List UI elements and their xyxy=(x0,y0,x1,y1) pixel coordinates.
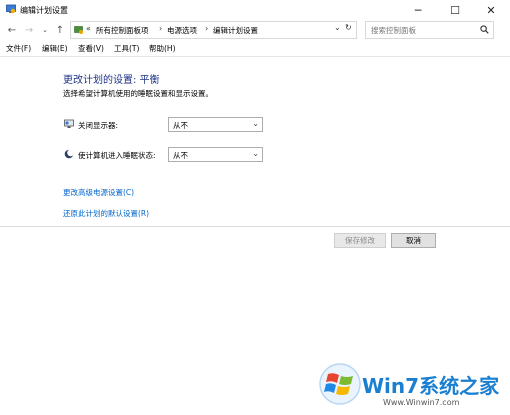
watermark-brand: Win7系统之家 xyxy=(362,374,500,398)
breadcrumb-power-options[interactable]: 电源选项 xyxy=(167,25,197,36)
breadcrumb-edit-plan-settings[interactable]: 编辑计划设置 xyxy=(213,25,258,36)
menu-divider xyxy=(0,56,510,57)
breadcrumb-separator-icon: › xyxy=(205,24,209,33)
windows-logo-watermark xyxy=(319,363,361,405)
close-icon[interactable]: ✕ xyxy=(478,0,504,20)
monitor-icon xyxy=(64,119,74,128)
search-placeholder: 搜索控制面板 xyxy=(371,26,416,35)
breadcrumb-overflow[interactable]: « xyxy=(86,24,91,33)
refresh-icon[interactable]: ↻ xyxy=(345,23,352,32)
address-bar[interactable]: « 所有控制面板项 › 电源选项 › 编辑计划设置 ⌄ ↻ xyxy=(70,21,357,39)
menu-view[interactable]: 查看(V) xyxy=(78,43,104,54)
content-divider xyxy=(0,226,510,227)
title-bar xyxy=(0,0,510,20)
search-icon[interactable] xyxy=(480,25,489,34)
menu-help[interactable]: 帮助(H) xyxy=(149,43,176,54)
search-input[interactable]: 搜索控制面板 xyxy=(365,21,494,39)
chevron-down-icon: ⌄ xyxy=(252,149,259,158)
menu-bar: 文件(F) 编辑(E) 查看(V) 工具(T) 帮助(H) xyxy=(0,41,510,55)
sleep-value: 从不 xyxy=(173,151,188,160)
advanced-power-settings-link[interactable]: 更改高级电源设置(C) xyxy=(63,187,134,198)
save-changes-button[interactable]: 保存修改 xyxy=(334,233,386,248)
power-options-icon xyxy=(6,4,16,14)
restore-defaults-link[interactable]: 还原此计划的默认设置(R) xyxy=(63,208,149,219)
back-arrow-icon[interactable]: ← xyxy=(5,23,19,37)
sleep-label: 使计算机进入睡眠状态: xyxy=(78,151,156,160)
recent-locations-chevron-icon[interactable]: ⌄ xyxy=(38,23,52,37)
turn-off-display-value: 从不 xyxy=(173,121,188,130)
turn-off-display-select[interactable]: 从不 ⌄ xyxy=(168,117,263,132)
menu-tools[interactable]: 工具(T) xyxy=(114,43,139,54)
address-dropdown-chevron-icon[interactable]: ⌄ xyxy=(334,23,341,32)
watermark-url: Www.Winwin7.com xyxy=(383,398,460,407)
menu-file[interactable]: 文件(F) xyxy=(6,43,31,54)
breadcrumb-separator-icon: › xyxy=(159,24,163,33)
maximize-icon[interactable]: ☐ xyxy=(442,0,468,20)
page-description: 选择希望计算机使用的睡眠设置和显示设置。 xyxy=(63,89,213,98)
page-title: 更改计划的设置: 平衡 xyxy=(63,75,160,86)
turn-off-display-label: 关闭显示器: xyxy=(78,121,119,130)
chevron-down-icon: ⌄ xyxy=(252,119,259,128)
breadcrumb-all-control-panel-items[interactable]: 所有控制面板项 xyxy=(96,25,149,36)
cancel-button[interactable]: 取消 xyxy=(391,233,436,248)
menu-edit[interactable]: 编辑(E) xyxy=(42,43,68,54)
minimize-icon[interactable]: ─ xyxy=(405,0,431,20)
window-title: 编辑计划设置 xyxy=(20,6,68,15)
sleep-select[interactable]: 从不 ⌄ xyxy=(168,147,263,162)
control-panel-icon xyxy=(74,26,83,34)
sleep-moon-icon xyxy=(64,149,74,159)
forward-arrow-icon[interactable]: → xyxy=(22,23,36,37)
up-arrow-icon[interactable]: ↑ xyxy=(53,23,67,37)
